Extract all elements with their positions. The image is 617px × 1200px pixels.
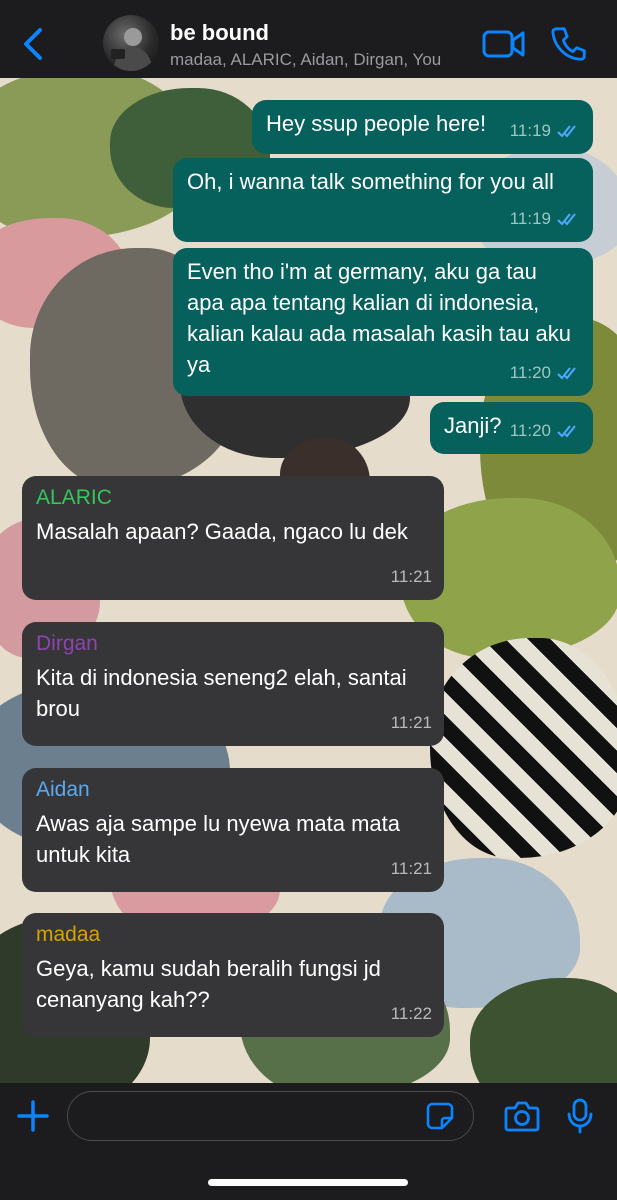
- read-receipt-icon: [557, 424, 576, 437]
- message-input[interactable]: [67, 1091, 474, 1141]
- chat-title[interactable]: be bound: [170, 20, 269, 46]
- message-timestamp: 11:22: [390, 1004, 432, 1023]
- message-timestamp: 11:19: [510, 203, 581, 234]
- message-timestamp: 11:20: [510, 357, 581, 388]
- message-text: Oh, i wanna talk something for you all: [187, 169, 554, 194]
- message-sender[interactable]: madaa: [36, 921, 430, 949]
- message-bubble-outgoing[interactable]: Oh, i wanna talk something for you all 1…: [173, 158, 593, 242]
- message-timestamp: 11:21: [390, 713, 432, 732]
- message-bubble-incoming[interactable]: Dirgan Kita di indonesia seneng2 elah, s…: [22, 622, 444, 746]
- message-bubble-incoming[interactable]: Aidan Awas aja sampe lu nyewa mata mata …: [22, 768, 444, 892]
- read-receipt-icon: [557, 366, 576, 379]
- message-timestamp: 11:21: [390, 859, 432, 878]
- message-text: Awas aja sampe lu nyewa mata mata untuk …: [36, 811, 400, 867]
- group-avatar[interactable]: [103, 15, 159, 71]
- sticker-icon: [426, 1102, 454, 1130]
- message-sender[interactable]: ALARIC: [36, 484, 430, 512]
- read-receipt-icon: [557, 212, 576, 225]
- message-timestamp: 11:20: [510, 415, 581, 446]
- message-bubble-incoming[interactable]: ALARIC Masalah apaan? Gaada, ngaco lu de…: [22, 476, 444, 600]
- video-call-button[interactable]: [482, 28, 526, 65]
- microphone-icon: [567, 1098, 593, 1134]
- chat-header: be bound madaa, ALARIC, Aidan, Dirgan, Y…: [0, 0, 617, 78]
- home-indicator[interactable]: [208, 1179, 408, 1186]
- back-button[interactable]: [18, 24, 48, 64]
- voice-call-button[interactable]: [551, 26, 587, 67]
- attach-button[interactable]: [17, 1100, 49, 1137]
- phone-icon: [551, 27, 586, 61]
- camera-button[interactable]: [504, 1100, 540, 1137]
- message-sender[interactable]: Aidan: [36, 776, 430, 804]
- message-text: Masalah apaan? Gaada, ngaco lu dek: [36, 519, 408, 544]
- message-bubble-outgoing[interactable]: Janji? 11:20: [430, 402, 593, 454]
- message-bubble-outgoing[interactable]: Even tho i'm at germany, aku ga tau apa …: [173, 248, 593, 396]
- message-bubble-outgoing[interactable]: Hey ssup people here! 11:19: [252, 100, 593, 154]
- camera-icon: [504, 1101, 540, 1132]
- plus-icon: [17, 1100, 49, 1132]
- read-receipt-icon: [557, 124, 576, 137]
- chat-participants[interactable]: madaa, ALARIC, Aidan, Dirgan, You: [170, 50, 441, 70]
- voice-message-button[interactable]: [567, 1098, 593, 1139]
- message-timestamp: 11:19: [510, 115, 581, 146]
- message-sender[interactable]: Dirgan: [36, 630, 430, 658]
- message-text: Geya, kamu sudah beralih fungsi jd cenan…: [36, 956, 381, 1012]
- chevron-left-icon: [24, 28, 42, 60]
- message-timestamp: 11:21: [390, 567, 432, 586]
- message-bubble-incoming[interactable]: madaa Geya, kamu sudah beralih fungsi jd…: [22, 913, 444, 1037]
- message-text: Kita di indonesia seneng2 elah, santai b…: [36, 665, 407, 721]
- video-camera-icon: [482, 30, 525, 58]
- sticker-button[interactable]: [426, 1102, 454, 1135]
